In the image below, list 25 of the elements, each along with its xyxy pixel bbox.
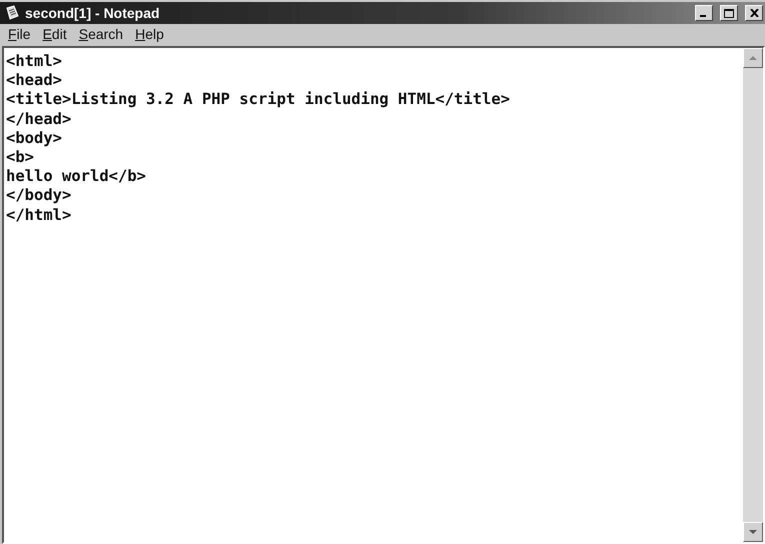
window-title: second[1] - Notepad [25, 5, 161, 21]
down-arrow-icon [749, 530, 757, 534]
code-line: <head> [6, 71, 63, 90]
code-line: </head> [6, 110, 72, 129]
close-icon [750, 9, 758, 17]
code-line: <title>Listing 3.2 A PHP script including HTML</title> [6, 90, 511, 110]
menu-item[interactable]: Search [72, 26, 130, 42]
code-line: <b> [6, 148, 35, 168]
menu-item[interactable]: Help [129, 26, 170, 42]
up-arrow-icon [749, 56, 757, 60]
menu-item[interactable]: Edit [36, 26, 73, 42]
scroll-down-button[interactable] [743, 522, 763, 542]
code-line: </body> [6, 186, 72, 206]
text-area[interactable]: <html> <head> <title>Listing 3.2 A PHP script including HTML</title> </head> <body> <b> hello world</b> </body> </html> [2, 46, 765, 544]
maximize-button[interactable] [720, 5, 738, 21]
maximize-icon [724, 8, 734, 18]
scroll-up-button[interactable] [743, 48, 763, 68]
code-line: <body> [6, 128, 63, 148]
code-line: </html> [6, 206, 72, 225]
code-line: hello world</b> [6, 167, 147, 186]
menu-item[interactable]: File [2, 26, 37, 42]
close-button[interactable] [745, 5, 763, 21]
minimize-button[interactable] [695, 5, 713, 21]
code-line: <html> [6, 52, 63, 72]
notepad-icon [4, 5, 20, 21]
